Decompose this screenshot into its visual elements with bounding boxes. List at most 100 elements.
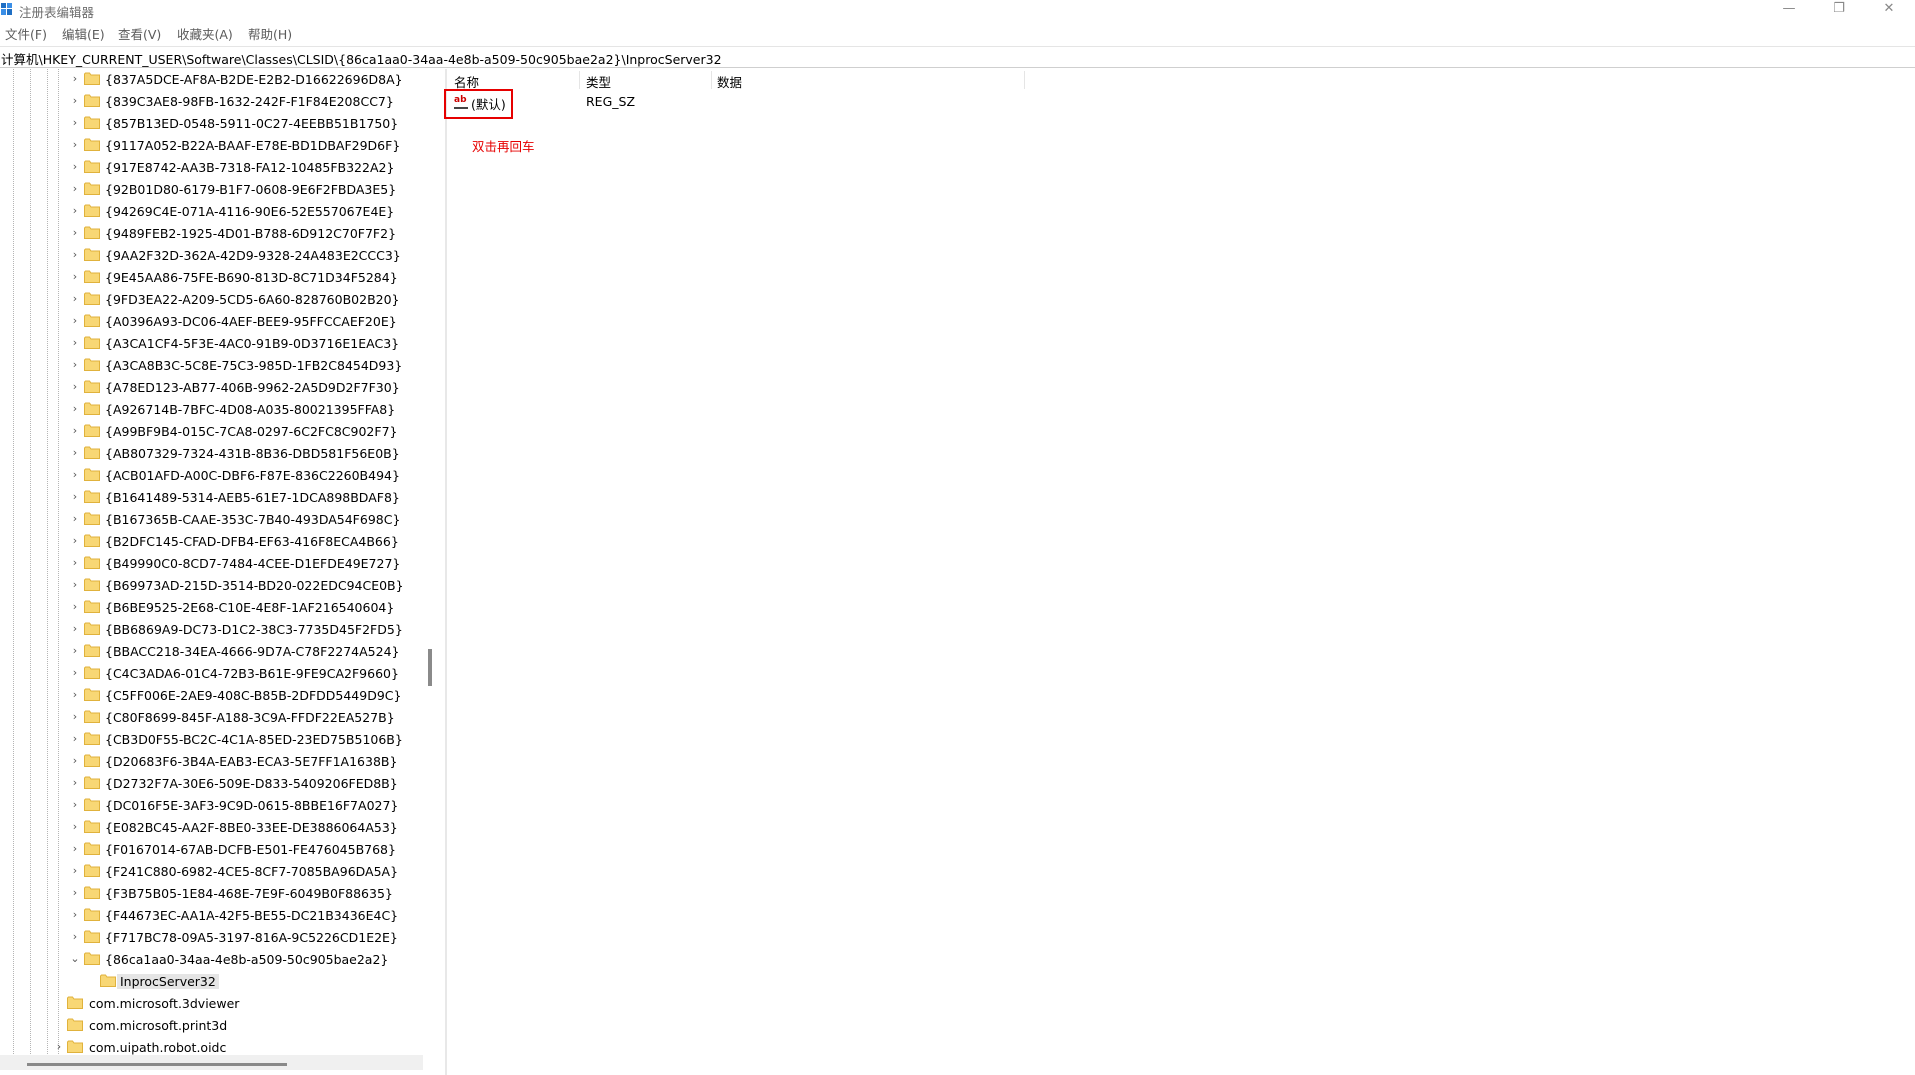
expand-chevron-icon[interactable]: ›: [70, 644, 80, 658]
tree-key[interactable]: › {A78ED123-AB77-406B-9962-2A5D9D2F7F30}: [0, 377, 420, 399]
expand-chevron-icon[interactable]: ›: [70, 732, 80, 746]
tree-key[interactable]: › {BBACC218-34EA-4666-9D7A-C78F2274A524}: [0, 641, 420, 663]
expand-chevron-icon[interactable]: ›: [70, 666, 80, 680]
tree-key[interactable]: › {B167365B-CAAE-353C-7B40-493DA54F698C}: [0, 509, 420, 531]
tree-key[interactable]: › {C5FF006E-2AE9-408C-B85B-2DFDD5449D9C}: [0, 685, 420, 707]
close-button[interactable]: ✕: [1866, 0, 1912, 20]
tree-key[interactable]: › {D20683F6-3B4A-EAB3-ECA3-5E7FF1A1638B}: [0, 751, 420, 773]
column-header-data[interactable]: 数据: [717, 72, 742, 91]
tree-key[interactable]: › {B49990C0-8CD7-7484-4CEE-D1EFDE49E727}: [0, 553, 420, 575]
menu-view[interactable]: 查看(V): [118, 24, 161, 43]
expand-chevron-icon[interactable]: ›: [70, 116, 80, 130]
column-separator[interactable]: [711, 71, 712, 89]
expand-chevron-icon[interactable]: ›: [70, 490, 80, 504]
tree-key[interactable]: › {A0396A93-DC06-4AEF-BEE9-95FFCCAEF20E}: [0, 311, 420, 333]
address-bar[interactable]: 计算机\HKEY_CURRENT_USER\Software\Classes\C…: [0, 46, 1915, 68]
values-list[interactable]: 名称 类型 数据 ab (默认) REG_SZ: [447, 69, 1915, 1075]
registry-tree[interactable]: › {837A5DCE-AF8A-B2DE-E2B2-D16622696D8A} ›…: [0, 69, 423, 1056]
tree-key[interactable]: com.microsoft.print3d: [0, 1015, 420, 1037]
tree-key[interactable]: › {DC016F5E-3AF3-9C9D-0615-8BBE16F7A027}: [0, 795, 420, 817]
tree-key[interactable]: › {ACB01AFD-A00C-DBF6-F87E-836C2260B494}: [0, 465, 420, 487]
expand-chevron-icon[interactable]: ›: [70, 72, 80, 86]
expand-chevron-icon[interactable]: ›: [70, 226, 80, 240]
menu-favorites[interactable]: 收藏夹(A): [177, 24, 233, 43]
collapse-chevron-icon[interactable]: ⌄: [70, 952, 80, 966]
expand-chevron-icon[interactable]: ›: [70, 314, 80, 328]
tree-key[interactable]: › {92B01D80-6179-B1F7-0608-9E6F2FBDA3E5}: [0, 179, 420, 201]
expand-chevron-icon[interactable]: ›: [70, 820, 80, 834]
tree-key[interactable]: › {F0167014-67AB-DCFB-E501-FE476045B768}: [0, 839, 420, 861]
tree-key[interactable]: › {94269C4E-071A-4116-90E6-52E557067E4E}: [0, 201, 420, 223]
expand-chevron-icon[interactable]: ›: [70, 270, 80, 284]
maximize-button[interactable]: ❐: [1816, 0, 1862, 20]
column-header-type[interactable]: 类型: [586, 72, 611, 91]
tree-key[interactable]: › {D2732F7A-30E6-509E-D833-5409206FED8B}: [0, 773, 420, 795]
minimize-button[interactable]: —: [1766, 0, 1812, 20]
tree-key[interactable]: › {A926714B-7BFC-4D08-A035-80021395FFA8}: [0, 399, 420, 421]
tree-key[interactable]: › {857B13ED-0548-5911-0C27-4EEBB51B1750}: [0, 113, 420, 135]
address-path[interactable]: 计算机\HKEY_CURRENT_USER\Software\Classes\C…: [1, 49, 722, 68]
column-separator[interactable]: [579, 71, 580, 89]
expand-chevron-icon[interactable]: ›: [70, 358, 80, 372]
tree-key[interactable]: › {9E45AA86-75FE-B690-813D-8C71D34F5284}: [0, 267, 420, 289]
expand-chevron-icon[interactable]: ›: [70, 600, 80, 614]
expand-chevron-icon[interactable]: ›: [70, 424, 80, 438]
tree-key[interactable]: › {B69973AD-215D-3514-BD20-022EDC94CE0B}: [0, 575, 420, 597]
expand-chevron-icon[interactable]: ›: [70, 138, 80, 152]
tree-key[interactable]: › {A3CA8B3C-5C8E-75C3-985D-1FB2C8454D93}: [0, 355, 420, 377]
expand-chevron-icon[interactable]: ›: [70, 908, 80, 922]
tree-key[interactable]: › {F3B75B05-1E84-468E-7E9F-6049B0F88635}: [0, 883, 420, 905]
tree-key[interactable]: › {9489FEB2-1925-4D01-B788-6D912C70F7F2}: [0, 223, 420, 245]
expand-chevron-icon[interactable]: ›: [70, 710, 80, 724]
tree-key[interactable]: › {837A5DCE-AF8A-B2DE-E2B2-D16622696D8A}: [0, 69, 420, 91]
expand-chevron-icon[interactable]: ›: [70, 182, 80, 196]
tree-key[interactable]: › {F717BC78-09A5-3197-816A-9C5226CD1E2E}: [0, 927, 420, 949]
value-row-default[interactable]: ab (默认) REG_SZ: [447, 91, 1915, 113]
tree-key[interactable]: › {F44673EC-AA1A-42F5-BE55-DC21B3436E4C}: [0, 905, 420, 927]
tree-key[interactable]: › {A3CA1CF4-5F3E-4AC0-91B9-0D3716E1EAC3}: [0, 333, 420, 355]
tree-key-expanded[interactable]: ⌄ {86ca1aa0-34aa-4e8b-a509-50c905bae2a2}: [0, 949, 420, 971]
tree-key[interactable]: › {F241C880-6982-4CE5-8CF7-7085BA96DA5A}: [0, 861, 420, 883]
expand-chevron-icon[interactable]: ›: [70, 336, 80, 350]
menu-edit[interactable]: 编辑(E): [62, 24, 105, 43]
tree-horizontal-scroll-thumb[interactable]: [27, 1063, 287, 1066]
expand-chevron-icon[interactable]: ›: [70, 534, 80, 548]
expand-chevron-icon[interactable]: ›: [70, 94, 80, 108]
tree-key[interactable]: › {917E8742-AA3B-7318-FA12-10485FB322A2}: [0, 157, 420, 179]
tree-key[interactable]: › {E082BC45-AA2F-8BE0-33EE-DE3886064A53}: [0, 817, 420, 839]
tree-key[interactable]: › {C80F8699-845F-A188-3C9A-FFDF22EA527B}: [0, 707, 420, 729]
expand-chevron-icon[interactable]: ›: [70, 292, 80, 306]
expand-chevron-icon[interactable]: ›: [70, 160, 80, 174]
tree-key[interactable]: › {AB807329-7324-431B-8B36-DBD581F56E0B}: [0, 443, 420, 465]
expand-chevron-icon[interactable]: ›: [70, 842, 80, 856]
tree-key[interactable]: › {B1641489-5314-AEB5-61E7-1DCA898BDAF8}: [0, 487, 420, 509]
tree-key[interactable]: com.microsoft.3dviewer: [0, 993, 420, 1015]
tree-key[interactable]: › {CB3D0F55-BC2C-4C1A-85ED-23ED75B5106B}: [0, 729, 420, 751]
expand-chevron-icon[interactable]: ›: [70, 380, 80, 394]
expand-chevron-icon[interactable]: ›: [70, 512, 80, 526]
tree-key[interactable]: › {9AA2F32D-362A-42D9-9328-24A483E2CCC3}: [0, 245, 420, 267]
tree-vertical-scrollbar[interactable]: [428, 649, 432, 686]
tree-key[interactable]: › {9FD3EA22-A209-5CD5-6A60-828760B02B20}: [0, 289, 420, 311]
tree-key[interactable]: › {C4C3ADA6-01C4-72B3-B61E-9FE9CA2F9660}: [0, 663, 420, 685]
expand-chevron-icon[interactable]: ›: [54, 1040, 64, 1054]
tree-key-selected[interactable]: InprocServer32: [0, 971, 420, 993]
expand-chevron-icon[interactable]: ›: [70, 886, 80, 900]
column-separator[interactable]: [1024, 71, 1025, 89]
expand-chevron-icon[interactable]: ›: [70, 468, 80, 482]
expand-chevron-icon[interactable]: ›: [70, 798, 80, 812]
tree-key[interactable]: › com.uipath.robot.oidc: [0, 1037, 420, 1056]
expand-chevron-icon[interactable]: ›: [70, 402, 80, 416]
expand-chevron-icon[interactable]: ›: [70, 446, 80, 460]
expand-chevron-icon[interactable]: ›: [70, 864, 80, 878]
tree-key[interactable]: › {B2DFC145-CFAD-DFB4-EF63-416F8ECA4B66}: [0, 531, 420, 553]
tree-key[interactable]: › {839C3AE8-98FB-1632-242F-F1F84E208CC7}: [0, 91, 420, 113]
expand-chevron-icon[interactable]: ›: [70, 776, 80, 790]
expand-chevron-icon[interactable]: ›: [70, 688, 80, 702]
menu-file[interactable]: 文件(F): [5, 24, 47, 43]
tree-key[interactable]: › {A99BF9B4-015C-7CA8-0297-6C2FC8C902F7}: [0, 421, 420, 443]
expand-chevron-icon[interactable]: ›: [70, 622, 80, 636]
expand-chevron-icon[interactable]: ›: [70, 248, 80, 262]
menu-help[interactable]: 帮助(H): [248, 24, 292, 43]
tree-key[interactable]: › {BB6869A9-DC73-D1C2-38C3-7735D45F2FD5}: [0, 619, 420, 641]
